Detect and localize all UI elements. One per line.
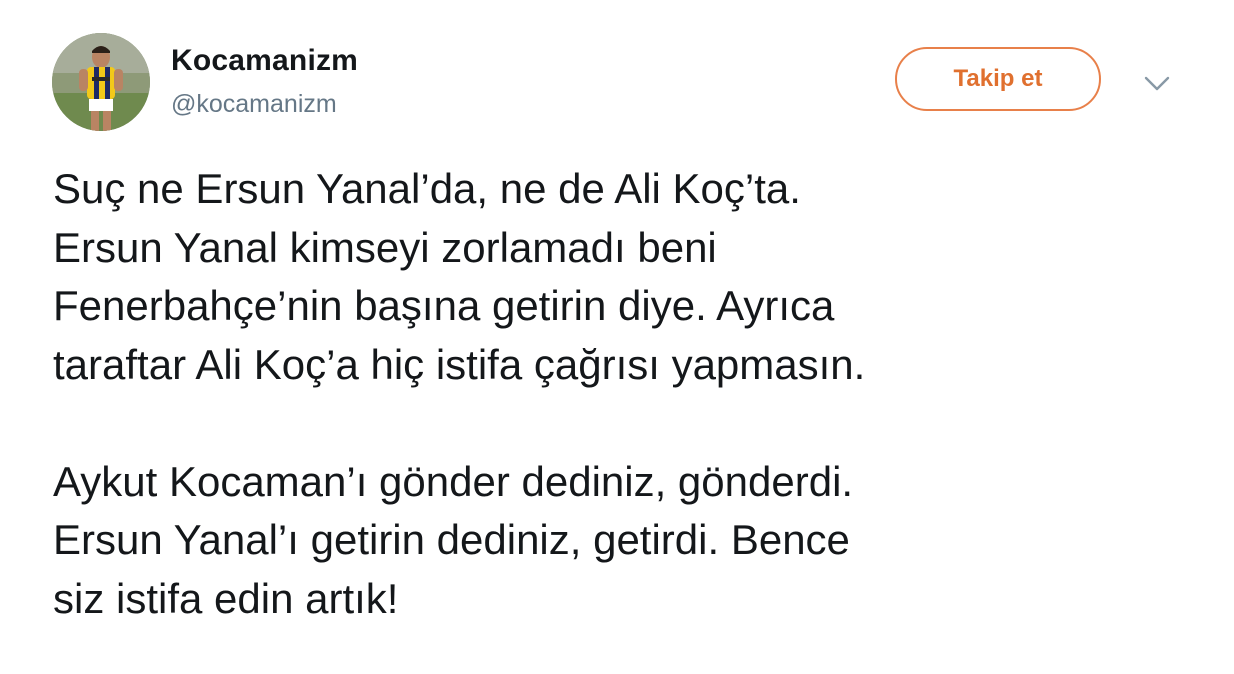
profile-photo-icon [52,33,150,131]
author-handle[interactable]: @kocamanizm [171,90,337,119]
chevron-down-icon [1144,76,1170,91]
avatar[interactable] [52,33,150,131]
tweet-text-line: Ersun Yanal kimseyi zorlamadı beni [53,223,717,271]
tweet-text: Suç ne Ersun Yanal’da, ne de Ali Koç’ta.… [53,160,1223,628]
tweet-text-line: Ersun Yanal’ı getirin dediniz, getirdi. … [53,516,850,563]
tweet-text-line: taraftar Ali Koç’a hiç istifa çağrısı ya… [53,340,866,388]
tweet-menu-button[interactable] [1137,66,1177,100]
tweet-text-line: siz istifa edin artık! [53,574,399,622]
tweet-text-line: Suç ne Ersun Yanal’da, ne de Ali Koç’ta. [53,165,801,212]
tweet-card: Kocamanizm @kocamanizm Takip et Suç ne E… [0,0,1234,674]
tweet-text-line: Fenerbahçe’nin başına getirin diye. Ayrı… [53,282,835,329]
follow-button[interactable]: Takip et [895,47,1101,111]
tweet-text-line: Aykut Kocaman’ı gönder dediniz, gönderdi… [53,457,854,505]
author-display-name[interactable]: Kocamanizm [171,44,358,78]
